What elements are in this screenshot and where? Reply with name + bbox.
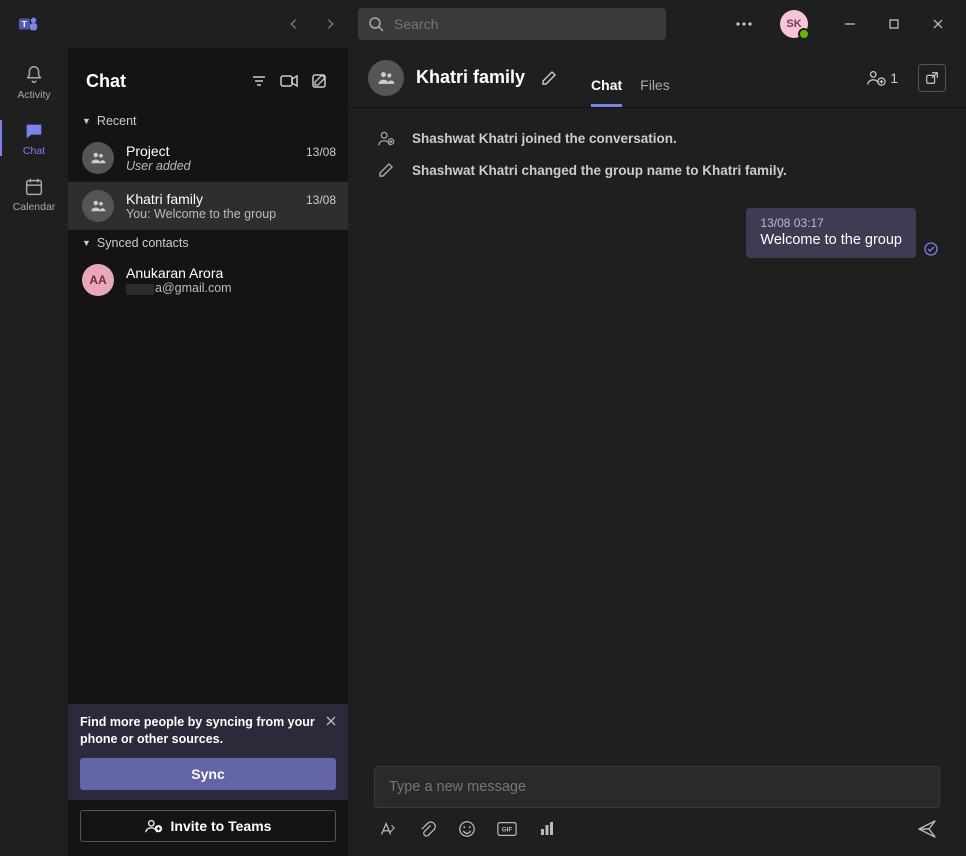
sync-promo-text: Find more people by syncing from your ph… xyxy=(80,714,336,748)
caret-down-icon: ▼ xyxy=(82,238,91,248)
system-message-text: Shashwat Khatri joined the conversation. xyxy=(412,131,677,146)
svg-text:T: T xyxy=(22,20,27,29)
rename-group-button[interactable] xyxy=(537,66,561,90)
group-avatar-icon xyxy=(82,142,114,174)
chat-item-project[interactable]: Project 13/08 User added xyxy=(68,134,348,182)
nav-forward-button[interactable] xyxy=(314,8,346,40)
contact-email: a@gmail.com xyxy=(126,281,336,295)
chat-item-khatri-family[interactable]: Khatri family 13/08 You: Welcome to the … xyxy=(68,182,348,230)
rail-chat[interactable]: Chat xyxy=(0,110,68,166)
app-rail: Activity Chat Calendar xyxy=(0,48,68,856)
message-bubble[interactable]: 13/08 03:17 Welcome to the group xyxy=(746,208,916,258)
tab-chat[interactable]: Chat xyxy=(591,77,622,107)
filter-button[interactable] xyxy=(244,66,274,96)
popout-chat-button[interactable] xyxy=(918,64,946,92)
invite-to-teams-button[interactable]: Invite to Teams xyxy=(80,810,336,842)
window-maximize-button[interactable] xyxy=(872,0,916,48)
tab-files[interactable]: Files xyxy=(640,77,670,107)
rail-label: Chat xyxy=(23,145,45,157)
more-options-button[interactable] xyxy=(728,8,760,40)
system-message: Shashwat Khatri joined the conversation. xyxy=(374,122,940,154)
rail-calendar[interactable]: Calendar xyxy=(0,166,68,222)
system-message-text: Shashwat Khatri changed the group name t… xyxy=(412,163,787,178)
participants-button[interactable]: 1 xyxy=(866,69,898,87)
meet-now-button[interactable] xyxy=(274,66,304,96)
contact-name: Anukaran Arora xyxy=(126,265,336,281)
chat-date: 13/08 xyxy=(306,193,336,207)
bell-icon xyxy=(22,63,46,87)
chat-icon xyxy=(22,119,46,143)
pencil-icon xyxy=(374,158,398,182)
avatar-initials: SK xyxy=(786,18,801,30)
chat-list-title: Chat xyxy=(86,71,244,92)
search-input[interactable] xyxy=(394,16,656,32)
window-minimize-button[interactable] xyxy=(828,0,872,48)
gif-button[interactable]: GIF xyxy=(496,818,518,840)
invite-people-icon xyxy=(145,818,163,834)
rail-activity[interactable]: Activity xyxy=(0,54,68,110)
calendar-icon xyxy=(22,175,46,199)
conversation-body: Shashwat Khatri joined the conversation.… xyxy=(348,108,966,766)
conversation-header: Khatri family Chat Files 1 xyxy=(348,48,966,108)
titlebar: T SK xyxy=(0,0,966,48)
sync-button[interactable]: Sync xyxy=(80,758,336,790)
person-add-icon xyxy=(374,126,398,150)
search-icon xyxy=(368,16,384,32)
contact-avatar: AA xyxy=(82,264,114,296)
rail-label: Calendar xyxy=(13,201,56,213)
emoji-button[interactable] xyxy=(456,818,478,840)
message-composer[interactable] xyxy=(374,766,940,808)
people-add-icon xyxy=(866,69,886,87)
format-button[interactable] xyxy=(376,818,398,840)
svg-text:GIF: GIF xyxy=(502,827,513,834)
group-avatar-icon xyxy=(368,60,404,96)
conversation-panel: Khatri family Chat Files 1 Shashwat Khat… xyxy=(348,48,966,856)
rail-label: Activity xyxy=(17,89,50,101)
message-text: Welcome to the group xyxy=(760,232,902,248)
conversation-title: Khatri family xyxy=(416,67,525,88)
chat-date: 13/08 xyxy=(306,145,336,159)
system-message: Shashwat Khatri changed the group name t… xyxy=(374,154,940,186)
section-label-text: Synced contacts xyxy=(97,236,189,250)
sync-promo-card: Find more people by syncing from your ph… xyxy=(68,704,348,800)
message-sent-status-icon xyxy=(924,242,940,258)
chat-preview: User added xyxy=(126,159,336,173)
chat-preview: You: Welcome to the group xyxy=(126,207,336,221)
section-recent[interactable]: ▼ Recent xyxy=(68,108,348,134)
teams-logo-icon: T xyxy=(16,12,40,36)
new-chat-button[interactable] xyxy=(304,66,334,96)
group-avatar-icon xyxy=(82,190,114,222)
message-input[interactable] xyxy=(389,779,925,795)
composer-area: GIF xyxy=(348,766,966,856)
message-timestamp: 13/08 03:17 xyxy=(760,216,902,230)
chat-name: Project xyxy=(126,143,306,159)
invite-button-label: Invite to Teams xyxy=(171,818,272,834)
section-label-text: Recent xyxy=(97,114,137,128)
sync-promo-close-button[interactable] xyxy=(320,710,342,732)
window-close-button[interactable] xyxy=(916,0,960,48)
chat-name: Khatri family xyxy=(126,191,306,207)
caret-down-icon: ▼ xyxy=(82,116,91,126)
contact-item[interactable]: AA Anukaran Arora a@gmail.com xyxy=(68,256,348,304)
profile-avatar[interactable]: SK xyxy=(780,10,808,38)
message-row-outgoing: 13/08 03:17 Welcome to the group xyxy=(374,208,940,258)
presence-available-icon xyxy=(798,28,810,40)
search-box[interactable] xyxy=(358,8,666,40)
send-button[interactable] xyxy=(916,818,938,840)
chat-list-panel: Chat ▼ Recent Project 13/08 User added K… xyxy=(68,48,348,856)
nav-back-button[interactable] xyxy=(278,8,310,40)
section-synced-contacts[interactable]: ▼ Synced contacts xyxy=(68,230,348,256)
participant-count: 1 xyxy=(890,70,898,86)
poll-button[interactable] xyxy=(536,818,558,840)
attach-button[interactable] xyxy=(416,818,438,840)
